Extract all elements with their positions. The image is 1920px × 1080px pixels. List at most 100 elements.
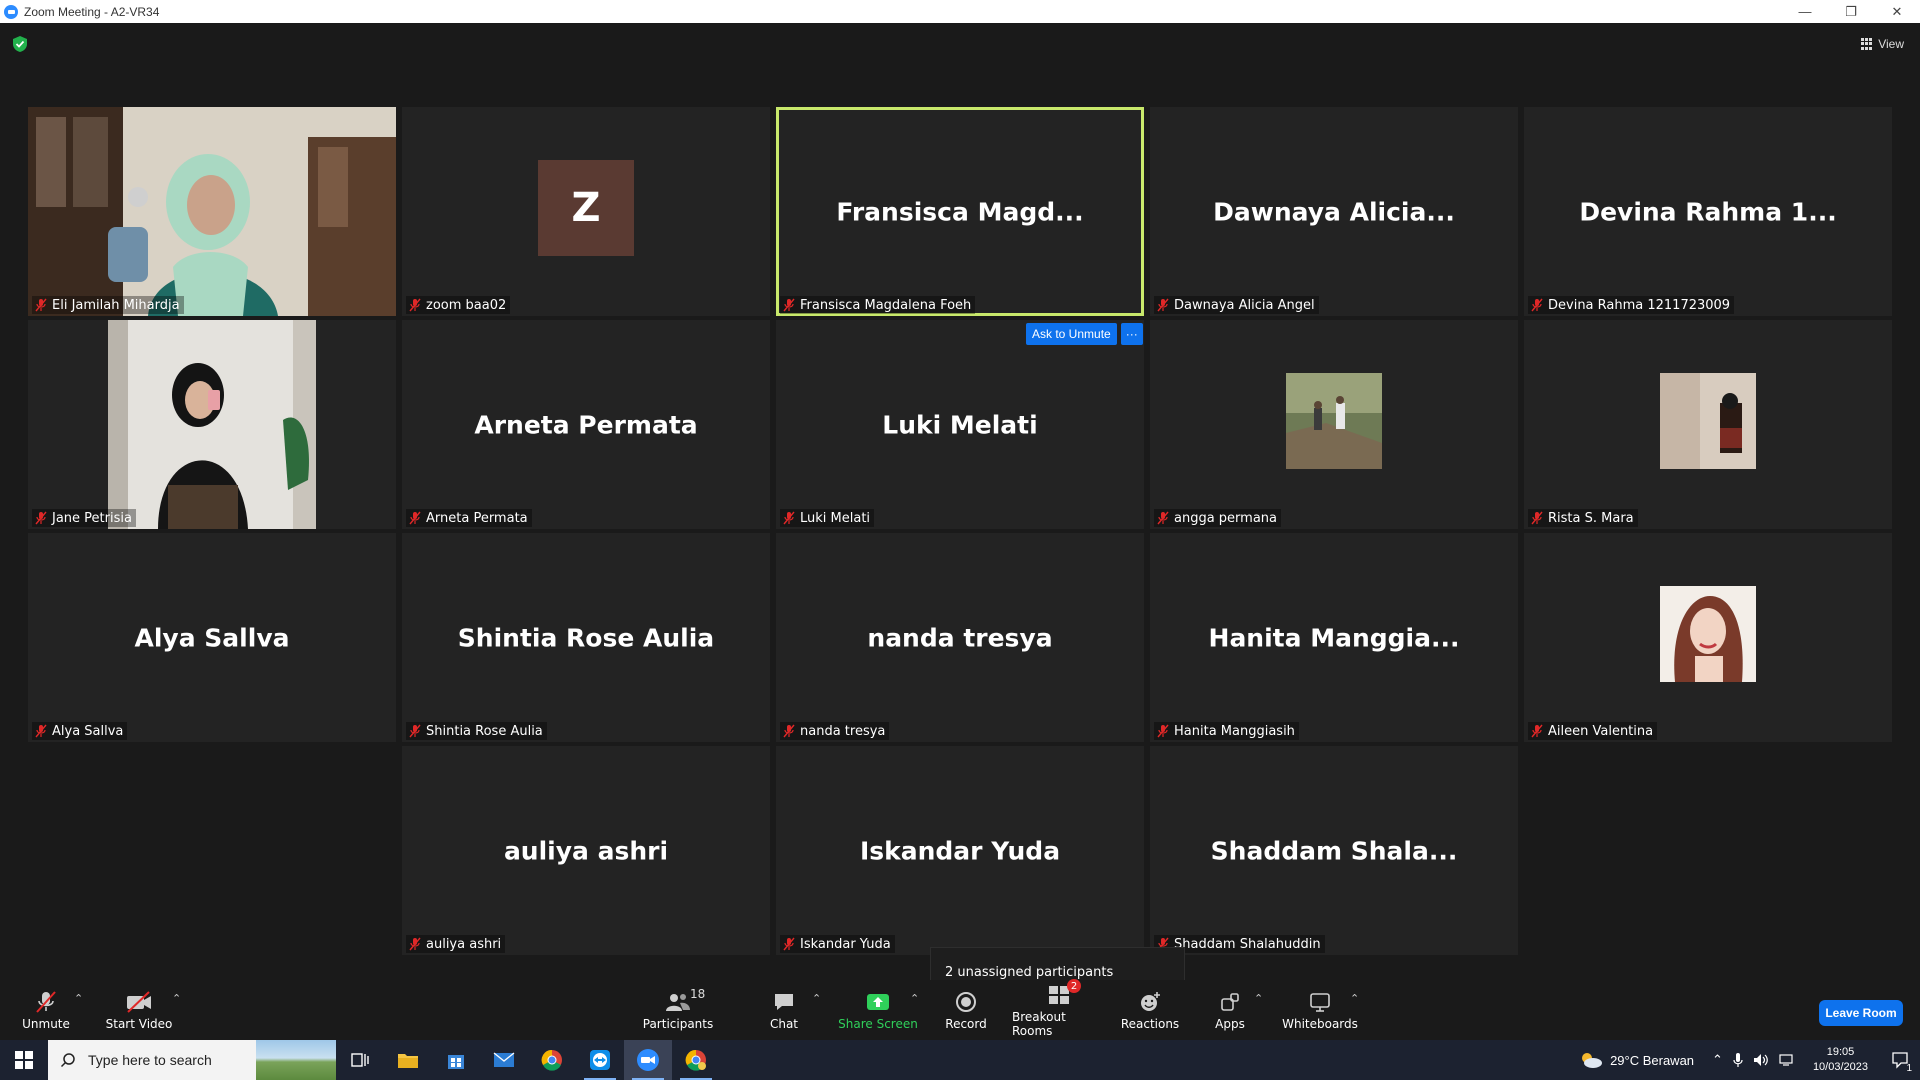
zoom-icon (637, 1049, 659, 1071)
participant-tile[interactable]: angga permana (1150, 320, 1518, 529)
participant-name-label: Rista S. Mara (1528, 509, 1638, 527)
microphone-tray-icon[interactable] (1733, 1052, 1743, 1068)
participant-name: Shintia Rose Aulia (426, 723, 543, 739)
taskbar-search-box[interactable]: Type here to search (48, 1040, 336, 1080)
participant-name-label: Alya Sallva (32, 722, 128, 740)
minimize-button[interactable]: — (1782, 0, 1828, 23)
restore-button[interactable]: ❐ (1828, 0, 1874, 23)
mail-button[interactable] (480, 1040, 528, 1080)
participant-tile[interactable]: Shaddam Shala... Shaddam Shalahuddin (1150, 746, 1518, 955)
teamviewer-button[interactable] (576, 1040, 624, 1080)
mic-muted-icon (1157, 724, 1169, 738)
task-view-button[interactable] (336, 1040, 384, 1080)
participant-tile[interactable]: Alya Sallva Alya Sallva (28, 533, 396, 742)
participant-name: nanda tresya (800, 723, 886, 739)
profile-picture-frame (1286, 372, 1382, 469)
chat-options-caret[interactable]: ⌃ (812, 992, 821, 1005)
chat-button[interactable]: Chat (762, 980, 806, 1040)
reactions-button[interactable]: Reactions (1120, 980, 1180, 1040)
participant-name-label: Luki Melati (780, 509, 875, 527)
microphone-muted-icon (36, 991, 56, 1013)
participant-tile[interactable]: Dawnaya Alicia... Dawnaya Alicia Angel (1150, 107, 1518, 316)
unmute-button[interactable]: Unmute (18, 980, 74, 1040)
participant-name: Hanita Manggiasih (1174, 723, 1295, 739)
zoom-taskbar-button[interactable] (624, 1040, 672, 1080)
notification-count: 1 (1906, 1063, 1912, 1074)
chrome-profile-button[interactable] (672, 1040, 720, 1080)
apps-button[interactable]: Apps (1210, 980, 1250, 1040)
start-video-button[interactable]: Start Video (104, 980, 174, 1040)
weather-text: 29°C Berawan (1610, 1052, 1695, 1068)
breakout-rooms-button[interactable]: 2 Breakout Rooms (1012, 979, 1106, 1040)
share-screen-button[interactable]: Share Screen (838, 980, 918, 1040)
audio-options-caret[interactable]: ⌃ (74, 992, 83, 1005)
participants-button[interactable]: 18 Participants (640, 980, 716, 1040)
apps-options-caret[interactable]: ⌃ (1254, 992, 1263, 1005)
ask-to-unmute-button[interactable]: Ask to Unmute (1026, 323, 1117, 345)
participants-label: Participants (642, 1017, 714, 1031)
participant-tile[interactable]: Zzoom baa02 (402, 107, 770, 316)
share-options-caret[interactable]: ⌃ (910, 992, 919, 1005)
participant-tile[interactable]: nanda tresya nanda tresya (776, 533, 1144, 742)
participant-display-name: Arneta Permata (474, 410, 698, 439)
participant-tile[interactable]: Iskandar Yuda Iskandar Yuda (776, 746, 1144, 955)
encryption-shield-icon[interactable] (12, 35, 28, 53)
participant-tile[interactable]: Eli Jamilah Mihardja (28, 107, 396, 316)
participant-name-label: Shintia Rose Aulia (406, 722, 547, 740)
notification-center-button[interactable]: 1 (1880, 1040, 1920, 1080)
grid-view-icon (1861, 38, 1873, 50)
participant-name-label: Dawnaya Alicia Angel (1154, 296, 1319, 314)
whiteboards-button[interactable]: Whiteboards (1282, 980, 1358, 1040)
apps-label: Apps (1215, 1017, 1245, 1031)
chat-icon (775, 994, 793, 1010)
participant-tile[interactable]: Hanita Manggia... Hanita Manggiasih (1150, 533, 1518, 742)
more-options-button[interactable]: ··· (1120, 323, 1143, 345)
participant-tile[interactable]: Fransisca Magd... Fransisca Magdalena Foe… (776, 107, 1144, 316)
mic-muted-icon (783, 937, 795, 951)
participant-tile[interactable]: Devina Rahma 1... Devina Rahma 1211723009 (1524, 107, 1892, 316)
view-label: View (1878, 37, 1904, 51)
participant-tile[interactable]: auliya ashri auliya ashri (402, 746, 770, 955)
participant-display-name: Hanita Manggia... (1208, 623, 1460, 652)
mic-muted-icon (1531, 511, 1543, 525)
view-button[interactable]: View (1861, 33, 1904, 55)
participant-tile[interactable]: Luki Melati Luki Melati (776, 320, 1144, 529)
participant-name: angga permana (1174, 510, 1278, 526)
participant-display-name: Luki Melati (882, 410, 1038, 439)
start-button[interactable] (0, 1040, 48, 1080)
share-screen-label: Share Screen (838, 1017, 918, 1031)
participant-tile[interactable]: Rista S. Mara (1524, 320, 1892, 529)
profile-picture-frame (1660, 372, 1756, 469)
record-button[interactable]: Record (940, 980, 992, 1040)
close-button[interactable]: ✕ (1874, 0, 1920, 23)
video-options-caret[interactable]: ⌃ (172, 992, 181, 1005)
show-hidden-icons-icon[interactable]: ⌃ (1712, 1052, 1723, 1068)
participant-name-label: auliya ashri (406, 935, 506, 953)
participant-video-feed (28, 107, 396, 316)
weather-widget[interactable]: 29°C Berawan (1578, 1050, 1694, 1070)
participant-tile[interactable]: Jane Petrisia (28, 320, 396, 529)
participant-tile[interactable]: Shintia Rose Aulia Shintia Rose Aulia (402, 533, 770, 742)
search-icon (60, 1053, 75, 1068)
file-explorer-button[interactable] (384, 1040, 432, 1080)
participant-display-name: nanda tresya (867, 623, 1053, 652)
participant-display-name: Dawnaya Alicia... (1213, 197, 1455, 226)
mic-muted-icon (35, 511, 47, 525)
mic-muted-icon (1531, 298, 1543, 312)
whiteboard-options-caret[interactable]: ⌃ (1350, 992, 1359, 1005)
volume-icon[interactable] (1753, 1053, 1769, 1067)
store-button[interactable] (432, 1040, 480, 1080)
participant-name: Jane Petrisia (52, 510, 132, 526)
mic-muted-icon (1157, 511, 1169, 525)
participant-tile[interactable]: Aileen Valentina (1524, 533, 1892, 742)
participant-name-label: angga permana (1154, 509, 1282, 527)
meeting-toolbar: Unmute ⌃ Start Video ⌃ 18 Participants C… (0, 979, 1920, 1040)
participant-name-label: Devina Rahma 1211723009 (1528, 296, 1735, 314)
participant-name-label: Fransisca Magdalena Foeh (780, 296, 976, 314)
taskbar-clock[interactable]: 19:05 10/03/2023 (1813, 1045, 1868, 1075)
profile-picture-frame (1660, 585, 1756, 682)
network-icon[interactable] (1779, 1053, 1795, 1067)
leave-room-button[interactable]: Leave Room (1819, 1000, 1903, 1026)
participant-tile[interactable]: Arneta Permata Arneta Permata (402, 320, 770, 529)
chrome-button[interactable] (528, 1040, 576, 1080)
